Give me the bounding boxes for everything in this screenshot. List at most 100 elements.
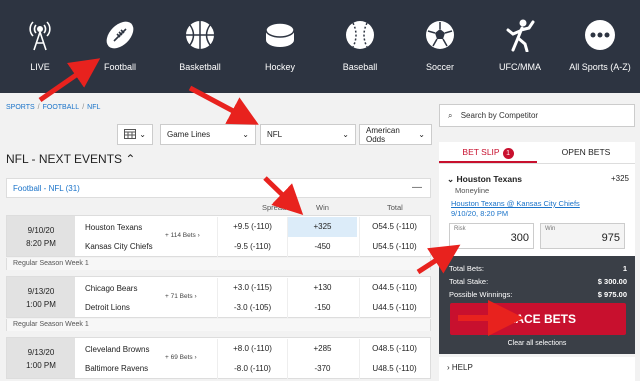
soccer-ball-icon: [423, 18, 457, 52]
nav-label: UFC/MMA: [499, 62, 541, 72]
league-select-value: NFL: [267, 130, 283, 139]
market-select[interactable]: Game Lines ⌄: [160, 124, 256, 145]
calendar-icon: [124, 128, 136, 141]
risk-input[interactable]: Risk 300: [449, 223, 534, 249]
more-bets-count: + 71 Bets: [165, 293, 193, 300]
event-time: 1:00 PM: [26, 300, 56, 309]
nav-label: Football: [103, 62, 137, 72]
bet-count-badge: 1: [502, 148, 514, 159]
nav-label: All Sports (A-Z): [569, 62, 631, 72]
nav-live[interactable]: LIVE: [0, 0, 80, 93]
spread-odds[interactable]: +3.0 (-115): [217, 278, 287, 298]
moneyline-odds[interactable]: -450: [287, 237, 357, 257]
more-dots-icon: [583, 18, 617, 52]
team-away[interactable]: Kansas City Chiefs: [85, 242, 153, 251]
total-stake-label: Total Stake:: [449, 277, 489, 286]
nav-basketball[interactable]: Basketball: [160, 0, 240, 93]
total-odds[interactable]: O54.5 (-110): [359, 217, 429, 237]
nav-ufc-mma[interactable]: UFC/MMA: [480, 0, 560, 93]
basketball-icon: [183, 18, 217, 52]
more-bets-count: + 114 Bets: [165, 232, 196, 239]
team-home[interactable]: Cleveland Browns: [85, 345, 149, 354]
tab-bet-slip-label: BET SLIP: [462, 147, 500, 157]
more-bets-link[interactable]: + 69 Bets ›: [165, 354, 197, 361]
nav-label: Basketball: [179, 62, 221, 72]
total-odds[interactable]: O44.5 (-110): [359, 278, 429, 298]
odds-format-select[interactable]: American Odds ⌄: [359, 124, 432, 145]
moneyline-odds[interactable]: +130: [287, 278, 357, 298]
risk-label: Risk: [454, 226, 466, 232]
selection-datetime: 9/10/20, 8:20 PM: [451, 209, 509, 218]
event-date: 9/10/20: [27, 226, 55, 235]
spread-odds[interactable]: +9.5 (-110): [217, 217, 287, 237]
event-row: 9/13/20 1:00 PM Cleveland Browns Baltimor…: [6, 337, 431, 379]
tab-bet-slip[interactable]: BET SLIP 1: [439, 142, 537, 163]
nav-label: Hockey: [264, 62, 295, 72]
baseball-icon: [343, 18, 377, 52]
moneyline-odds-selected[interactable]: +325: [287, 217, 357, 237]
breadcrumb: SPORTS / FOOTBALL / NFL: [6, 104, 101, 111]
total-odds[interactable]: U44.5 (-110): [359, 298, 429, 318]
collapse-icon[interactable]: —: [412, 182, 422, 193]
help-section[interactable]: › HELP: [439, 357, 635, 381]
spread-odds[interactable]: -8.0 (-110): [217, 359, 287, 379]
moneyline-odds[interactable]: +285: [287, 339, 357, 359]
team-home[interactable]: Houston Texans: [85, 223, 142, 232]
selection-market: Moneyline: [455, 186, 490, 195]
event-datetime: 9/10/20 8:20 PM: [7, 216, 75, 256]
spread-odds[interactable]: +8.0 (-110): [217, 339, 287, 359]
bet-slip-selection: ⌄ Houston Texans +325 Moneyline Houston …: [439, 164, 635, 256]
calendar-dropdown[interactable]: ⌄: [117, 124, 153, 145]
more-bets-count: + 69 Bets: [165, 354, 193, 361]
column-header-spread: Spread: [262, 203, 287, 212]
column-header-win: Win: [316, 203, 329, 212]
nav-label: Baseball: [342, 62, 378, 72]
team-home[interactable]: Chicago Bears: [85, 284, 137, 293]
selection-match-link[interactable]: Houston Texans @ Kansas City Chiefs: [451, 199, 580, 208]
chevron-up-icon[interactable]: ⌃: [125, 152, 135, 166]
league-select[interactable]: NFL ⌄: [260, 124, 356, 145]
moneyline-odds[interactable]: -370: [287, 359, 357, 379]
nav-baseball[interactable]: Baseball: [320, 0, 400, 93]
chevron-down-icon[interactable]: ⌄: [447, 174, 454, 184]
event-time: 8:20 PM: [26, 239, 56, 248]
team-away[interactable]: Baltimore Ravens: [85, 364, 148, 373]
breadcrumb-nfl[interactable]: NFL: [87, 104, 100, 111]
tab-open-bets[interactable]: OPEN BETS: [537, 142, 635, 163]
league-header[interactable]: Football - NFL (31) —: [6, 178, 431, 198]
place-bets-button[interactable]: PLACE BETS: [450, 303, 626, 335]
column-header-total: Total: [387, 203, 403, 212]
nav-hockey[interactable]: Hockey: [240, 0, 320, 93]
total-odds[interactable]: O48.5 (-110): [359, 339, 429, 359]
clear-selections-link[interactable]: Clear all selections: [439, 340, 635, 347]
total-odds[interactable]: U54.5 (-110): [359, 237, 429, 257]
event-time: 1:00 PM: [26, 361, 56, 370]
live-antenna-icon: [23, 18, 57, 52]
page-title-text: NFL - NEXT EVENTS: [6, 152, 123, 166]
event-week-label: Regular Season Week 1: [6, 258, 431, 270]
spread-odds[interactable]: -9.5 (-110): [217, 237, 287, 257]
win-input[interactable]: Win 975: [540, 223, 625, 249]
competitor-search[interactable]: ⌕ Search by Competitor: [439, 104, 635, 127]
more-bets-link[interactable]: + 114 Bets ›: [165, 232, 200, 239]
breadcrumb-sports[interactable]: SPORTS: [6, 104, 35, 111]
event-date: 9/13/20: [27, 287, 55, 296]
chevron-down-icon: ⌄: [139, 130, 146, 139]
possible-winnings-value: $ 975.00: [597, 290, 627, 299]
nav-all-sports[interactable]: All Sports (A-Z): [560, 0, 640, 93]
hockey-puck-icon: [263, 18, 297, 52]
risk-value: 300: [510, 232, 529, 244]
nav-football[interactable]: Football: [80, 0, 160, 93]
possible-winnings-label: Possible Winnings:: [449, 290, 513, 299]
spread-odds[interactable]: -3.0 (-105): [217, 298, 287, 318]
total-odds[interactable]: U48.5 (-110): [359, 359, 429, 379]
total-stake-value: $ 300.00: [597, 277, 627, 286]
search-input[interactable]: Search by Competitor: [461, 111, 538, 120]
breadcrumb-football[interactable]: FOOTBALL: [43, 104, 80, 111]
team-away[interactable]: Detroit Lions: [85, 303, 130, 312]
market-select-value: Game Lines: [167, 130, 211, 139]
more-bets-link[interactable]: + 71 Bets ›: [165, 293, 197, 300]
nav-soccer[interactable]: Soccer: [400, 0, 480, 93]
moneyline-odds[interactable]: -150: [287, 298, 357, 318]
selection-odds: +325: [610, 174, 629, 183]
